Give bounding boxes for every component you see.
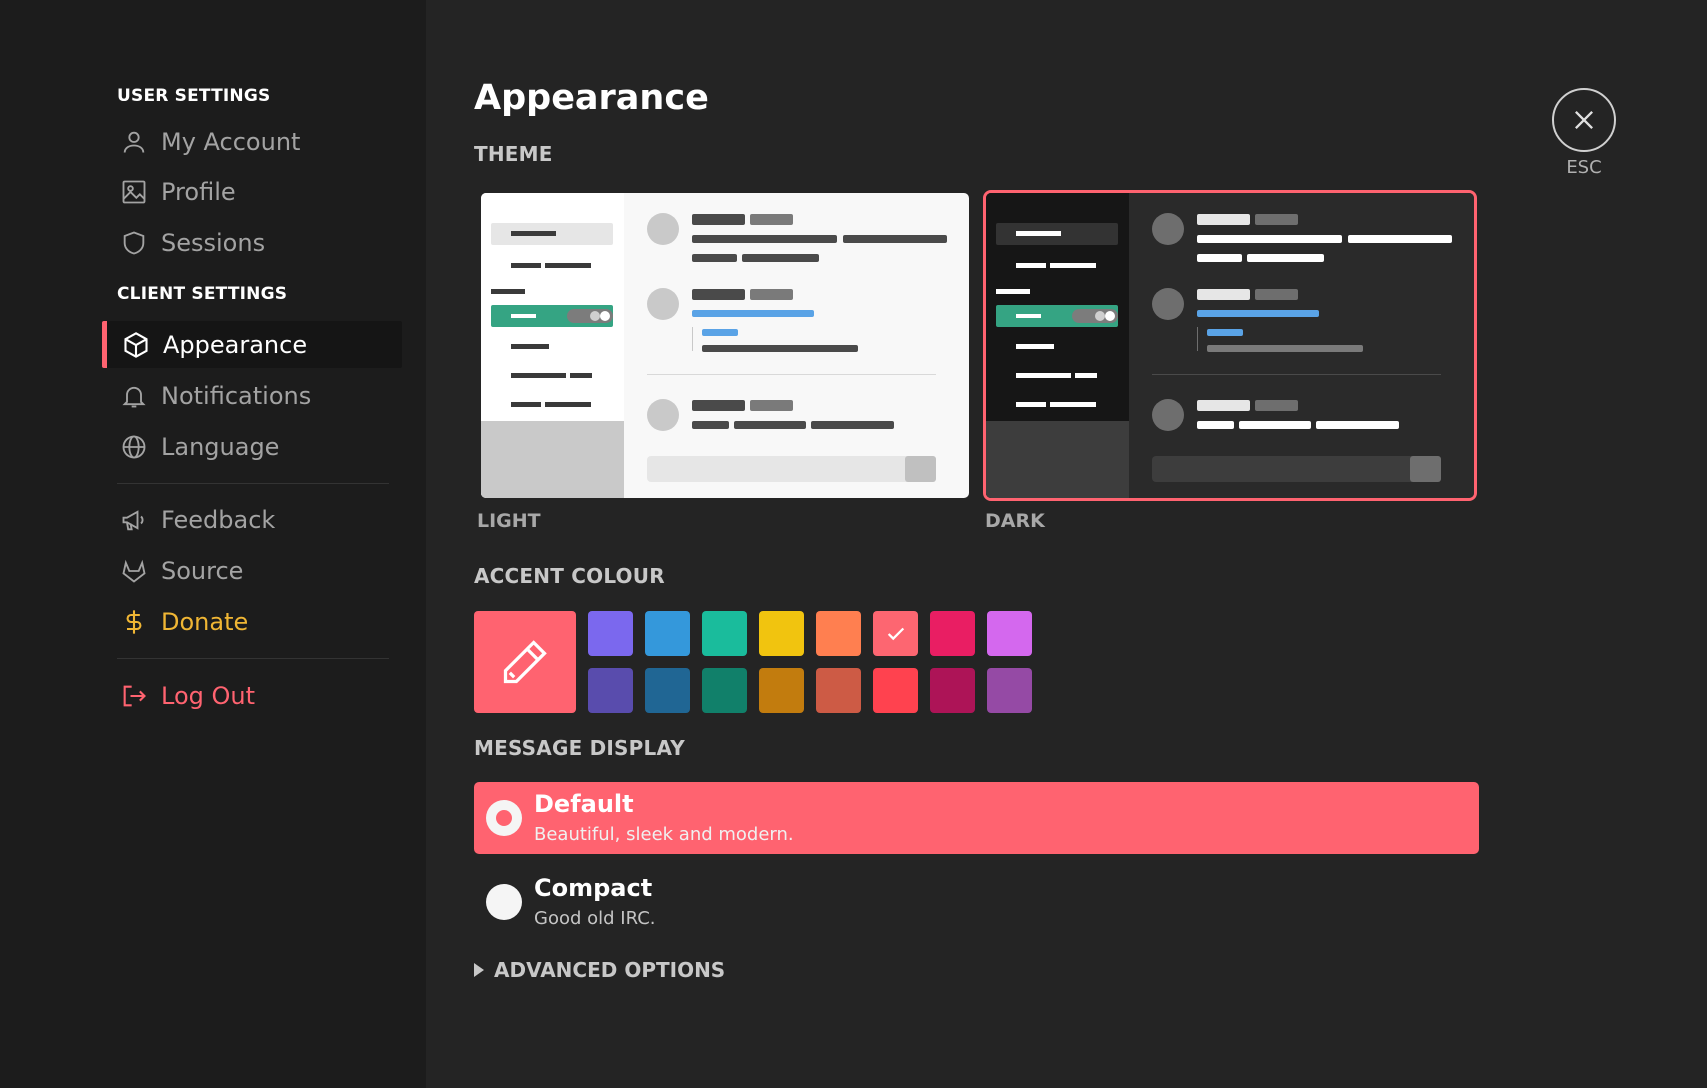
message-display-default[interactable]: Default Beautiful, sleek and modern. (474, 782, 1479, 854)
message-display-compact[interactable]: Compact Good old IRC. (474, 866, 1479, 938)
radio-compact[interactable] (486, 884, 522, 920)
radio-default[interactable] (486, 800, 522, 836)
close-button[interactable] (1552, 88, 1616, 152)
message-display-heading: MESSAGE DISPLAY (474, 736, 685, 760)
sidebar-item-label: Source (161, 556, 244, 585)
sidebar-item-label: Appearance (163, 330, 308, 359)
shield-icon (120, 229, 148, 257)
custom-colour-button[interactable] (474, 611, 576, 713)
accent-swatch[interactable] (588, 611, 633, 656)
sidebar-item-log-out[interactable]: Log Out (106, 672, 406, 719)
sidebar-item-label: Profile (161, 177, 236, 206)
user-icon (120, 128, 148, 156)
sidebar-item-notifications[interactable]: Notifications (106, 372, 406, 419)
sidebar-item-appearance[interactable]: Appearance (102, 321, 402, 368)
sidebar-item-language[interactable]: Language (106, 423, 406, 470)
sidebar-item-sessions[interactable]: Sessions (106, 219, 406, 266)
theme-label-dark: DARK (985, 510, 1045, 532)
bell-icon (120, 382, 148, 410)
sidebar-item-label: Log Out (161, 681, 256, 710)
box-icon (122, 331, 150, 359)
esc-label: ESC (1566, 157, 1602, 178)
close-icon (1575, 111, 1593, 129)
sidebar-item-label: Sessions (161, 228, 266, 257)
accent-swatch[interactable] (987, 668, 1032, 713)
image-icon (120, 178, 148, 206)
sidebar: USER SETTINGS My Account Profile Session… (0, 0, 426, 1088)
user-settings-heading: USER SETTINGS (117, 86, 271, 106)
option-description: Good old IRC. (534, 908, 656, 929)
sidebar-item-label: Feedback (161, 505, 276, 534)
accent-swatch[interactable] (873, 668, 918, 713)
globe-icon (120, 433, 148, 461)
sidebar-item-source[interactable]: Source (106, 547, 406, 594)
gitlab-icon (120, 557, 148, 585)
theme-option-light[interactable] (478, 190, 972, 501)
accent-swatch[interactable] (702, 611, 747, 656)
option-description: Beautiful, sleek and modern. (534, 824, 794, 845)
accent-swatch[interactable] (645, 611, 690, 656)
client-settings-heading: CLIENT SETTINGS (117, 284, 288, 304)
advanced-options-toggle[interactable]: ADVANCED OPTIONS (474, 958, 725, 982)
sidebar-item-donate[interactable]: Donate (106, 598, 406, 645)
theme-heading: THEME (474, 142, 553, 166)
sidebar-item-profile[interactable]: Profile (106, 168, 406, 215)
accent-swatch[interactable] (759, 611, 804, 656)
option-title: Default (534, 790, 634, 818)
option-title: Compact (534, 874, 653, 902)
dark-theme-preview (986, 193, 1474, 498)
theme-option-dark[interactable] (983, 190, 1477, 501)
accent-swatch[interactable] (987, 611, 1032, 656)
expand-triangle-icon (474, 963, 484, 977)
accent-swatch[interactable] (702, 668, 747, 713)
page-title: Appearance (474, 78, 709, 118)
accent-swatch[interactable] (816, 668, 861, 713)
advanced-options-label: ADVANCED OPTIONS (494, 958, 726, 982)
theme-label-light: LIGHT (477, 510, 541, 532)
accent-swatch[interactable] (930, 611, 975, 656)
accent-colour-heading: ACCENT COLOUR (474, 564, 665, 588)
sidebar-item-my-account[interactable]: My Account (106, 118, 406, 165)
log-out-icon (120, 682, 148, 710)
sidebar-item-label: Language (161, 432, 280, 461)
sidebar-item-label: My Account (161, 127, 301, 156)
check-icon (887, 627, 904, 640)
accent-swatch[interactable] (588, 668, 633, 713)
sidebar-item-feedback[interactable]: Feedback (106, 496, 406, 543)
light-theme-preview (481, 193, 969, 498)
sidebar-divider (117, 483, 389, 484)
megaphone-icon (120, 506, 148, 534)
pencil-icon (503, 640, 547, 684)
sidebar-divider (117, 658, 389, 659)
accent-swatch[interactable] (816, 611, 861, 656)
accent-swatch[interactable] (645, 668, 690, 713)
accent-swatch[interactable] (930, 668, 975, 713)
sidebar-item-label: Notifications (161, 381, 312, 410)
sidebar-item-label: Donate (161, 607, 249, 636)
accent-swatch[interactable] (759, 668, 804, 713)
dollar-icon (120, 608, 148, 636)
accent-swatch[interactable] (873, 611, 918, 656)
